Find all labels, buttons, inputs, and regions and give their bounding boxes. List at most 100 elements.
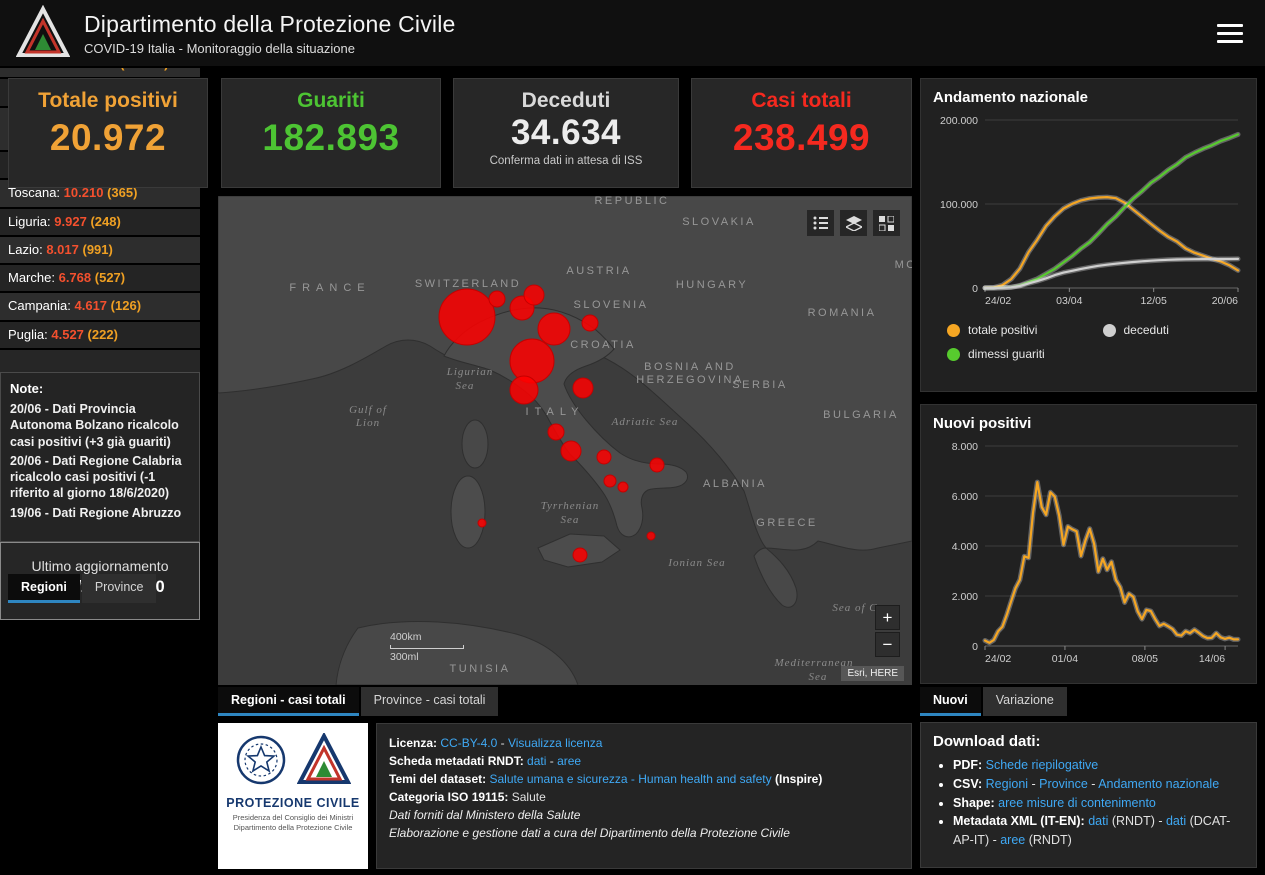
license-line: Temi del dataset: Salute umana e sicurez… bbox=[389, 770, 899, 788]
legend-dot-icon bbox=[947, 323, 960, 337]
link[interactable]: Schede riepilogative bbox=[986, 758, 1099, 772]
map-bubble[interactable] bbox=[646, 531, 656, 541]
tab-province[interactable]: Province bbox=[81, 574, 157, 603]
download-title: Download dati: bbox=[933, 733, 1041, 750]
region-total: 4.617 bbox=[74, 298, 108, 314]
svg-text:12/05: 12/05 bbox=[1141, 295, 1167, 307]
region-total: 4.527 bbox=[51, 326, 84, 342]
note-entry: 20/06 - Dati Regione Calabria ricalcolo … bbox=[10, 453, 182, 501]
text-segment: (Inspire) bbox=[771, 772, 823, 786]
legend-item: dimessi guariti bbox=[933, 347, 1089, 361]
svg-text:03/04: 03/04 bbox=[1056, 295, 1082, 307]
notes-panel: Note: 20/06 - Dati Provincia Autonoma Bo… bbox=[0, 372, 200, 542]
region-positive: (991) bbox=[82, 241, 113, 257]
link[interactable]: aree misure di contenimento bbox=[998, 796, 1156, 810]
text-segment: Dati forniti dal Ministero della Salute bbox=[389, 808, 581, 822]
note-entry: 20/06 - Dati Provincia Autonoma Bolzano … bbox=[10, 402, 179, 449]
stat-card-casi-totali: Casi totali 238.499 bbox=[691, 78, 912, 188]
tab-regioni[interactable]: Regioni bbox=[8, 574, 80, 603]
map-bubble[interactable] bbox=[572, 547, 588, 563]
map-bubble[interactable] bbox=[477, 518, 487, 528]
map-bubble[interactable] bbox=[572, 377, 594, 399]
scale-mi: 300ml bbox=[390, 651, 419, 663]
svg-text:0: 0 bbox=[972, 283, 978, 295]
tab-province-casi-totali[interactable]: Province - casi totali bbox=[360, 687, 499, 716]
map-bubble[interactable] bbox=[603, 474, 617, 488]
footer-logo-subtitle: Presidenza del Consiglio dei Ministri Di… bbox=[218, 813, 368, 833]
map-bubble[interactable] bbox=[596, 449, 612, 465]
region-positive: (126) bbox=[110, 298, 142, 314]
link[interactable]: Province bbox=[1039, 777, 1088, 791]
stat-label: Casi totali bbox=[751, 89, 852, 112]
stat-label: Deceduti bbox=[521, 89, 611, 112]
andamento-legend: totale positivi deceduti dimessi guariti bbox=[933, 323, 1244, 371]
link[interactable]: Regioni bbox=[986, 777, 1028, 791]
map-bubble[interactable] bbox=[488, 290, 506, 308]
region-name: Puglia: bbox=[8, 326, 48, 342]
legend-icon[interactable] bbox=[807, 210, 834, 236]
footer-logo-sub1: Presidenza del Consiglio dei Ministri bbox=[232, 813, 354, 822]
svg-text:6.000: 6.000 bbox=[952, 491, 978, 503]
layers-icon[interactable] bbox=[840, 210, 867, 236]
map-bubble[interactable] bbox=[509, 375, 539, 405]
map-bubble[interactable] bbox=[649, 457, 665, 473]
link[interactable]: CC-BY-4.0 bbox=[440, 736, 497, 750]
link[interactable]: Andamento nazionale bbox=[1098, 777, 1219, 791]
legend-label: dimessi guariti bbox=[968, 347, 1045, 361]
map-bubble[interactable] bbox=[438, 288, 496, 346]
tab-variazione[interactable]: Variazione bbox=[982, 687, 1067, 716]
map-bubble[interactable] bbox=[523, 284, 545, 306]
link[interactable]: dati bbox=[1088, 814, 1108, 828]
map-bubble[interactable] bbox=[509, 338, 555, 384]
tab-nuovi[interactable]: Nuovi bbox=[920, 687, 981, 716]
legend-dot-icon bbox=[1102, 323, 1116, 337]
region-positive: (527) bbox=[94, 270, 126, 286]
header-titles: Dipartimento della Protezione Civile COV… bbox=[84, 11, 456, 56]
text-segment: CSV: bbox=[953, 776, 986, 791]
nuovi-positivi-panel: Nuovi positivi 0 2.000 4.000 6.000 8.000 24/0… bbox=[920, 404, 1257, 684]
stat-value: 34.634 bbox=[510, 113, 622, 152]
map-bubble[interactable] bbox=[581, 314, 599, 332]
svg-text:0: 0 bbox=[972, 641, 978, 653]
text-segment: Scheda metadati RNDT: bbox=[389, 754, 528, 768]
link[interactable]: Visualizza licenza bbox=[508, 736, 603, 750]
region-row: Puglia: 4.527 (222) bbox=[0, 321, 200, 350]
map-bubble[interactable] bbox=[547, 423, 565, 441]
map[interactable]: REPUBLICSLOVAKIAAUSTRIAMOSWITZERLANDHUNG… bbox=[218, 196, 912, 685]
page-title: Dipartimento della Protezione Civile bbox=[84, 10, 456, 37]
note-entry: 19/06 - Dati Regione Abruzzo bbox=[10, 505, 182, 520]
stat-value: 182.893 bbox=[262, 117, 400, 158]
tab-regioni-casi-totali[interactable]: Regioni - casi totali bbox=[218, 687, 359, 716]
svg-text:24/02: 24/02 bbox=[985, 653, 1011, 665]
link[interactable]: dati bbox=[527, 754, 546, 768]
map-bubble[interactable] bbox=[560, 440, 582, 462]
region-row: Marche: 6.768 (527) bbox=[0, 265, 200, 294]
zoom-in-button[interactable]: + bbox=[875, 605, 900, 630]
legend-label: deceduti bbox=[1123, 323, 1169, 337]
license-line: Elaborazione e gestione dati a cura del … bbox=[389, 824, 899, 842]
map-bubble[interactable] bbox=[617, 481, 629, 493]
link[interactable]: Salute umana e sicurezza - Human health … bbox=[489, 772, 771, 786]
zoom-out-button[interactable]: − bbox=[875, 632, 900, 657]
region-name: Liguria: bbox=[8, 213, 51, 229]
map-bubble[interactable] bbox=[537, 312, 571, 346]
download-panel: Download dati: PDF: Schede riepilogative… bbox=[920, 722, 1257, 868]
page-subtitle: COVID-19 Italia - Monitoraggio della sit… bbox=[84, 40, 355, 56]
region-row: Liguria: 9.927 (248) bbox=[0, 208, 200, 237]
svg-text:100.000: 100.000 bbox=[940, 199, 978, 211]
region-name: Marche: bbox=[8, 270, 55, 286]
menu-icon[interactable] bbox=[1217, 24, 1243, 44]
download-item: Shape: aree misure di contenimento bbox=[953, 794, 1244, 813]
basemap-icon[interactable] bbox=[873, 210, 900, 236]
text-segment: - bbox=[1087, 776, 1099, 791]
text-segment: Metadata XML (IT-EN): bbox=[953, 814, 1089, 829]
text-segment: Salute bbox=[511, 790, 546, 804]
link[interactable]: dati bbox=[1166, 814, 1186, 828]
link[interactable]: aree bbox=[1000, 833, 1025, 847]
region-positive: (222) bbox=[87, 326, 118, 342]
link[interactable]: aree bbox=[557, 754, 581, 768]
svg-text:14/06: 14/06 bbox=[1199, 653, 1225, 665]
republic-emblem-icon bbox=[235, 734, 287, 791]
legend-dot-icon bbox=[947, 347, 960, 361]
text-segment: Categoria ISO 19115: bbox=[389, 790, 512, 804]
